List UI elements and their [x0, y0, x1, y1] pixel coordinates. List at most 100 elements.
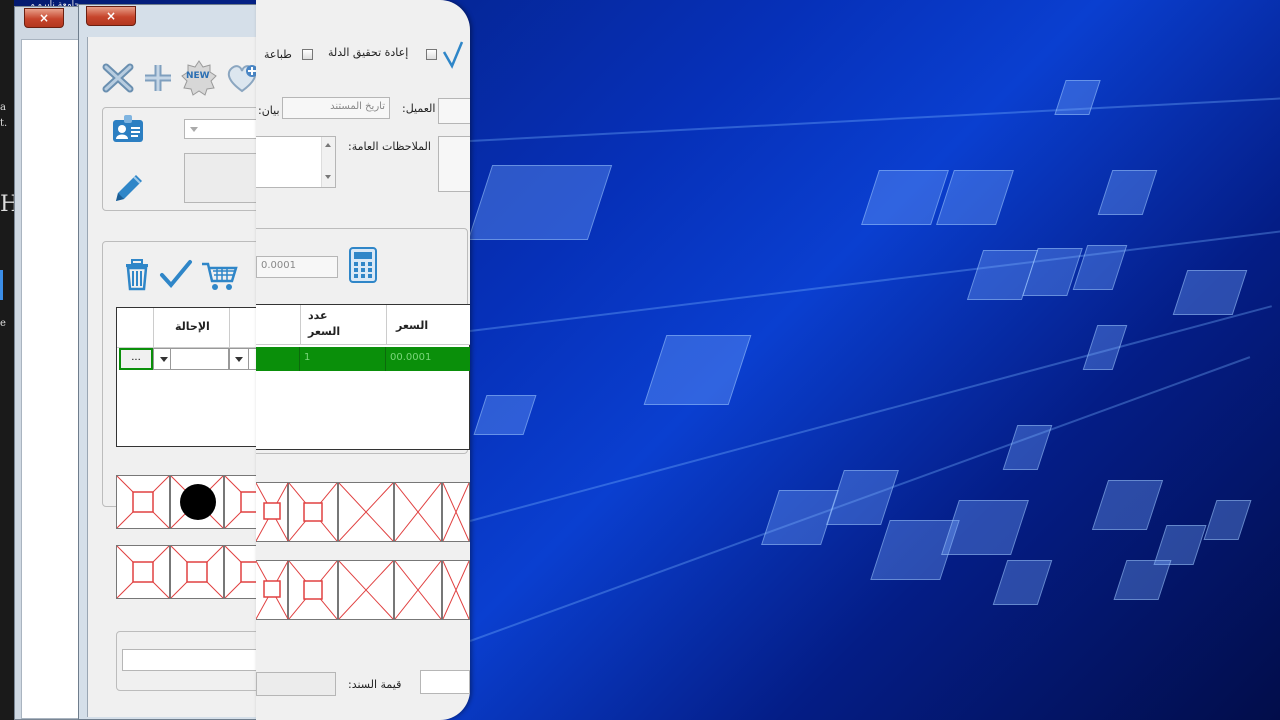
taskbar-indicator — [0, 270, 3, 300]
recheck-checkbox[interactable] — [426, 49, 437, 60]
print-checkbox[interactable] — [302, 49, 313, 60]
main-window-client: NEW الإحالة ... — [87, 37, 278, 717]
grid-header: الإحالة — [117, 308, 269, 348]
row-browse-button[interactable]: ... — [119, 348, 153, 370]
memo-field[interactable] — [184, 153, 264, 203]
strip-letter: a — [0, 102, 6, 113]
contact-card-icon[interactable] — [110, 111, 146, 147]
client-field[interactable] — [438, 98, 470, 124]
bg-panel — [1091, 480, 1164, 530]
bg-panel — [1002, 425, 1053, 470]
shopping-cart-icon[interactable] — [200, 259, 240, 293]
trash-icon[interactable] — [120, 255, 154, 293]
row-cell[interactable] — [256, 347, 300, 371]
screen: { "desktop": { "top_caption": "جامعة ناي… — [0, 0, 1280, 720]
bg-panel — [861, 170, 949, 225]
bg-panel — [467, 165, 613, 240]
grid-header-qty-line1: عدد — [308, 309, 328, 322]
grid-header-price: السعر — [396, 319, 429, 332]
chevron-down-icon — [235, 357, 243, 362]
checkbox-recheck-label: إعادة تحقيق الدلة — [328, 46, 409, 59]
image-placeholder-cell[interactable] — [394, 560, 442, 620]
row-price-cell[interactable]: 00.0001 — [386, 347, 470, 371]
chevron-down-icon — [190, 127, 198, 132]
bg-panel — [1172, 270, 1248, 315]
amount-value: 0.0001 — [261, 260, 296, 271]
notes-label: الملاحظات العامة: — [348, 140, 431, 153]
form-right-panel: طباعة إعادة تحقيق الدلة بيان: تاريخ المس… — [256, 0, 470, 720]
combo-divider — [248, 349, 249, 369]
bg-panel — [473, 395, 537, 435]
image-placeholder-cell[interactable] — [442, 482, 470, 542]
scroll-down-icon[interactable] — [325, 175, 331, 179]
combo-divider — [170, 349, 171, 369]
bg-panel — [826, 470, 899, 525]
total-label: قيمة السند: — [348, 678, 402, 691]
image-placeholder-cell[interactable] — [116, 475, 170, 529]
main-window: NEW الإحالة ... — [78, 4, 278, 720]
background-window-close-button[interactable]: × — [24, 8, 64, 28]
items-grid-right: عدد السعر السعر 1 00.0001 — [256, 304, 470, 450]
notes-right-field[interactable] — [438, 136, 470, 192]
image-placeholder-cell[interactable] — [170, 545, 224, 599]
new-badge-icon[interactable]: NEW — [180, 59, 218, 97]
doc-date-field[interactable]: تاريخ المستند — [282, 97, 390, 119]
edit-pencil-icon[interactable] — [110, 169, 146, 207]
total-secondary-field[interactable] — [420, 670, 470, 694]
image-placeholder-cell[interactable] — [442, 560, 470, 620]
background-window-client — [21, 39, 79, 719]
top-combobox[interactable] — [184, 119, 264, 139]
checkbox-print-label: طباعة — [264, 48, 292, 61]
doc-date-label: بيان: — [258, 104, 280, 117]
row-combobox-1[interactable] — [153, 348, 229, 370]
items-grid: الإحالة ... — [116, 307, 269, 447]
image-placeholder-cell[interactable] — [116, 545, 170, 599]
amount-field[interactable]: 0.0001 — [256, 256, 338, 278]
grid-header-transfer: الإحالة — [175, 320, 210, 333]
notes-scrollbar[interactable] — [321, 137, 335, 187]
bg-panel — [1054, 80, 1101, 115]
bg-stripe — [469, 96, 1280, 142]
background-app-strip: a t. H e — [0, 0, 19, 720]
grid-divider — [229, 308, 230, 348]
notes-textarea[interactable] — [256, 136, 336, 188]
grid-header-qty-line2: السعر — [308, 325, 341, 338]
total-field[interactable] — [256, 672, 336, 696]
image-placeholder-cell[interactable] — [288, 560, 338, 620]
image-placeholder-cell[interactable] — [256, 482, 289, 542]
image-placeholder-cell[interactable] — [394, 482, 442, 542]
row-qty-cell[interactable]: 1 — [300, 347, 386, 371]
delete-x-icon[interactable] — [100, 61, 136, 95]
grid-header-right: عدد السعر السعر — [256, 305, 470, 345]
background-window — [14, 6, 84, 720]
image-placeholder-cell[interactable] — [338, 560, 394, 620]
check-icon[interactable] — [442, 40, 464, 70]
bg-panel — [1097, 170, 1158, 215]
strip-letter: t. — [0, 118, 8, 129]
add-plus-icon[interactable] — [140, 61, 176, 95]
scroll-up-icon[interactable] — [325, 143, 331, 147]
grid-divider — [300, 305, 301, 345]
footer-field[interactable] — [122, 649, 268, 671]
image-placeholder-cell[interactable] — [256, 560, 289, 620]
bg-panel — [1203, 500, 1252, 540]
bg-stripe — [469, 228, 1280, 332]
image-placeholder-cell[interactable] — [288, 482, 338, 542]
grid-divider — [386, 305, 387, 345]
calculator-icon[interactable] — [348, 246, 378, 284]
selected-image-cell[interactable] — [170, 475, 224, 529]
new-badge-text: NEW — [186, 71, 210, 81]
selected-grid-row[interactable]: 1 00.0001 — [256, 347, 470, 371]
main-window-close-button[interactable]: × — [86, 6, 136, 26]
bg-panel — [1113, 560, 1172, 600]
confirm-check-icon[interactable] — [158, 257, 194, 291]
doc-date-placeholder: تاريخ المستند — [330, 101, 385, 112]
grid-divider — [153, 308, 154, 348]
favorite-add-icon[interactable] — [224, 61, 260, 95]
strip-letter: e — [0, 318, 6, 329]
client-label: العميل: — [402, 102, 436, 115]
chevron-down-icon — [160, 357, 168, 362]
image-placeholder-cell[interactable] — [338, 482, 394, 542]
bg-panel — [941, 500, 1029, 555]
bg-panel — [992, 560, 1053, 605]
